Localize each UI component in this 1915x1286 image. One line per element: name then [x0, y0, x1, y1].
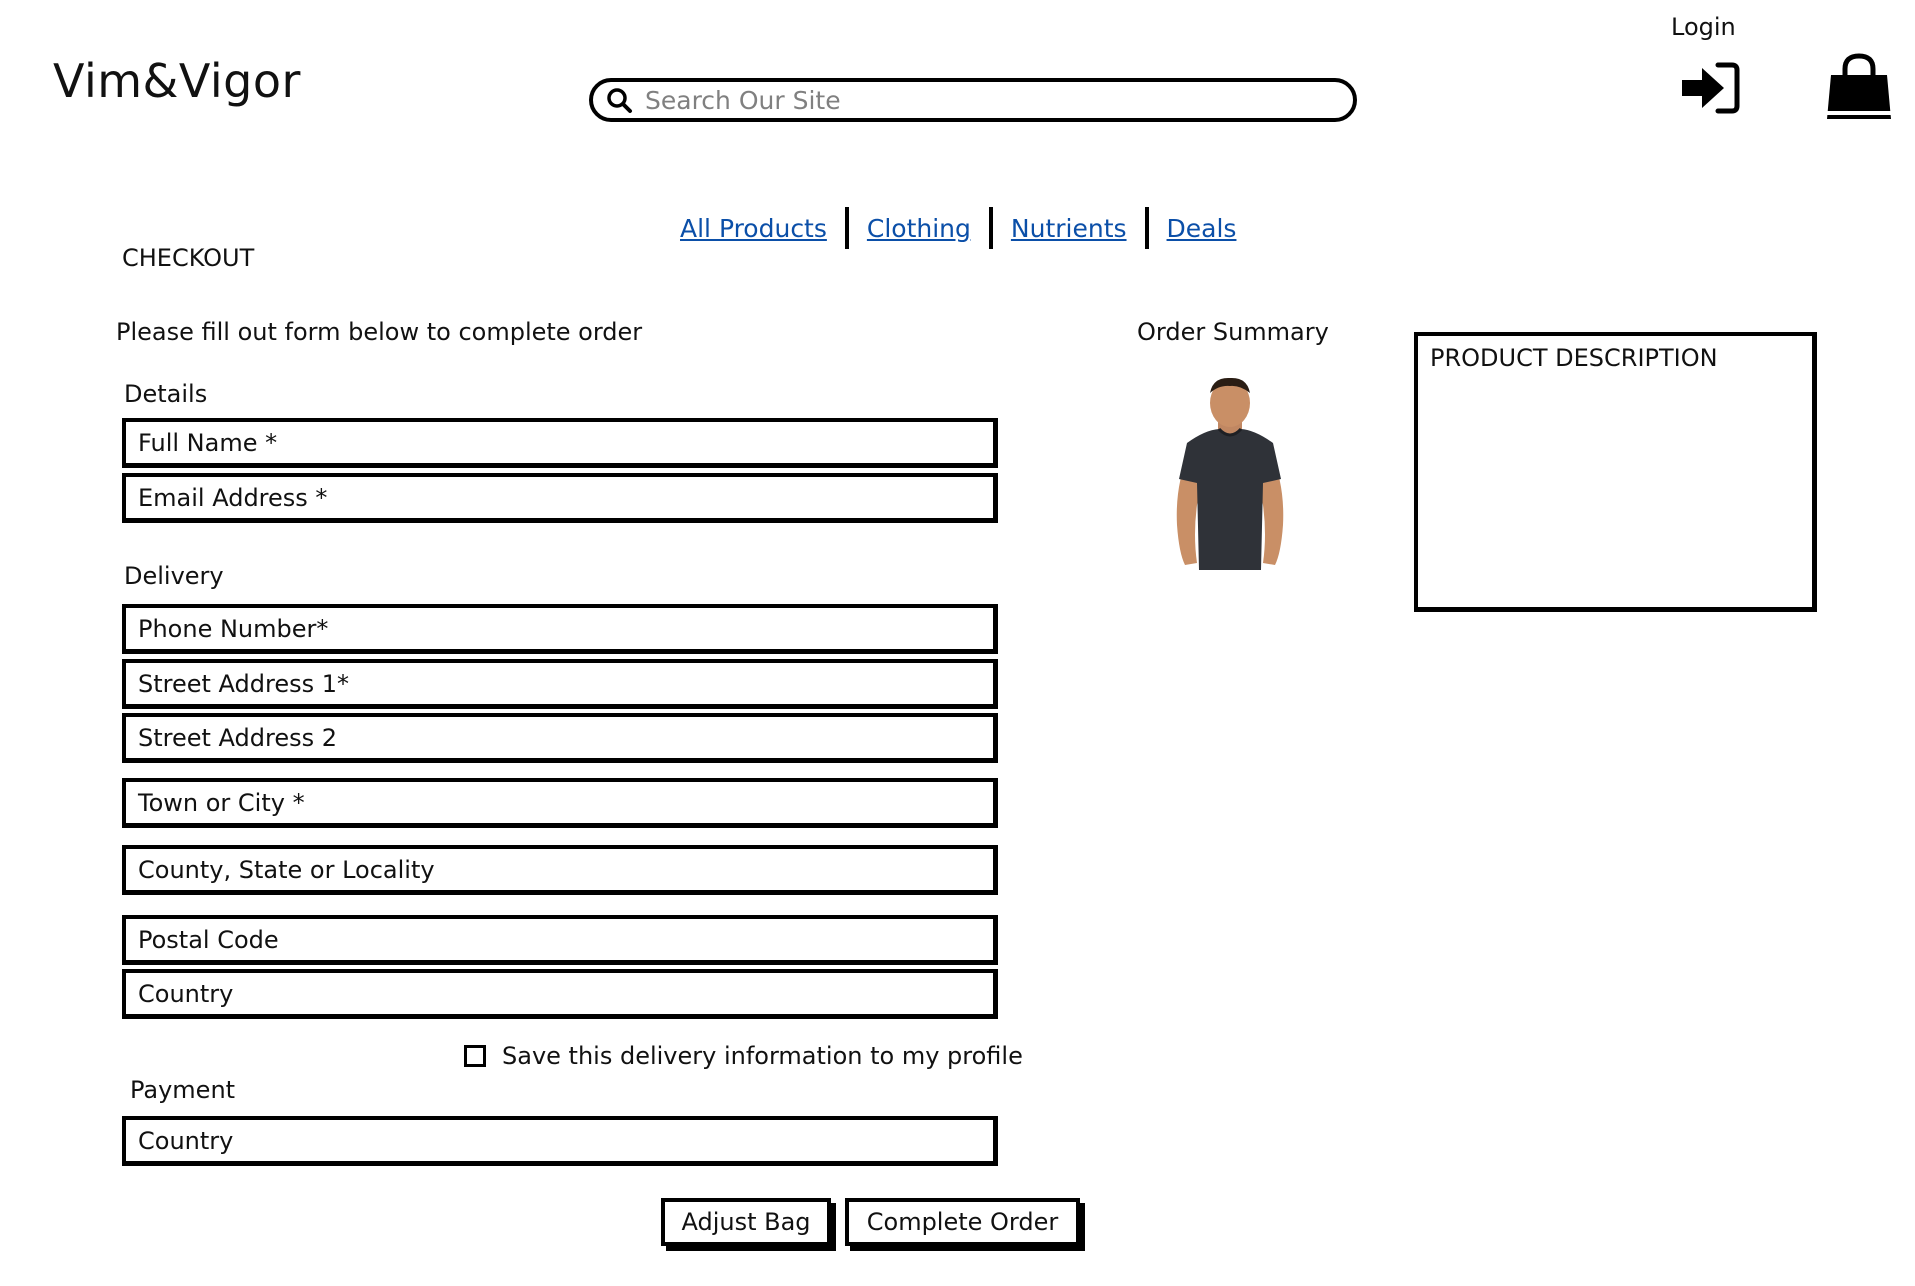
sign-in-icon[interactable]	[1680, 60, 1740, 116]
product-image	[1135, 375, 1325, 570]
county-state-field[interactable]: County, State or Locality	[122, 845, 998, 895]
login-link[interactable]: Login	[1671, 13, 1736, 41]
phone-number-field[interactable]: Phone Number*	[122, 604, 998, 654]
town-city-field[interactable]: Town or City *	[122, 778, 998, 828]
order-summary-title: Order Summary	[1137, 318, 1329, 346]
save-info-row: Save this delivery information to my pro…	[464, 1042, 1023, 1070]
street-address-2-field[interactable]: Street Address 2	[122, 713, 998, 763]
adjust-bag-button[interactable]: Adjust Bag	[661, 1198, 831, 1246]
main-nav: All Products Clothing Nutrients Deals	[680, 207, 1254, 249]
full-name-field[interactable]: Full Name *	[122, 418, 998, 468]
search-input[interactable]	[643, 81, 1353, 119]
shopping-bag-icon[interactable]	[1825, 53, 1893, 123]
delivery-section-label: Delivery	[124, 562, 224, 590]
save-info-label[interactable]: Save this delivery information to my pro…	[502, 1042, 1023, 1070]
complete-order-button[interactable]: Complete Order	[845, 1198, 1080, 1246]
save-info-checkbox[interactable]	[464, 1045, 486, 1067]
brand-logo[interactable]: Vim&Vigor	[53, 54, 301, 108]
form-instructions: Please fill out form below to complete o…	[116, 318, 643, 346]
payment-country-field[interactable]: Country	[122, 1116, 998, 1166]
nav-deals[interactable]: Deals	[1149, 214, 1255, 243]
nav-nutrients[interactable]: Nutrients	[993, 214, 1145, 243]
payment-section-label: Payment	[130, 1076, 236, 1104]
page-title: CHECKOUT	[122, 244, 255, 272]
search-icon[interactable]	[603, 83, 637, 117]
product-description-box: PRODUCT DESCRIPTION	[1414, 332, 1817, 612]
nav-clothing[interactable]: Clothing	[849, 214, 989, 243]
nav-all-products[interactable]: All Products	[680, 214, 845, 243]
details-section-label: Details	[124, 380, 208, 408]
country-field[interactable]: Country	[122, 969, 998, 1019]
street-address-1-field[interactable]: Street Address 1*	[122, 659, 998, 709]
postal-code-field[interactable]: Postal Code	[122, 915, 998, 965]
search-bar[interactable]	[589, 78, 1357, 122]
email-field[interactable]: Email Address *	[122, 473, 998, 523]
